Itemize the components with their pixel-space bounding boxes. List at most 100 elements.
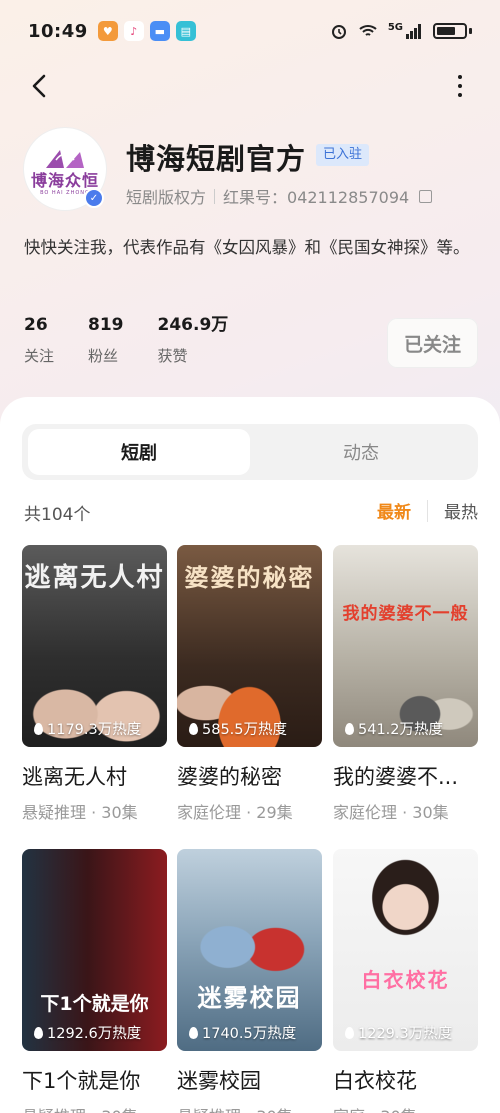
drama-card[interactable]: 我的婆婆不一般 541.2万热度 我的婆婆不... 家庭伦理 · 30集	[333, 545, 478, 823]
drama-cover: 婆婆的秘密 585.5万热度	[177, 545, 322, 747]
drama-meta: 悬疑推理 · 30集	[22, 803, 138, 822]
sort-newest-button[interactable]: 最新	[377, 498, 411, 523]
drama-title: 婆婆的秘密	[177, 765, 282, 789]
profile-id: 红果号：042112857094	[223, 188, 410, 207]
avatar-logo-text: 博海众恒	[30, 171, 99, 190]
avatar[interactable]: 博海众恒 BO HAI ZHONG ✓	[24, 128, 106, 210]
drama-title: 我的婆婆不...	[333, 765, 459, 789]
item-count: 共104个	[24, 505, 91, 525]
flame-icon	[189, 1026, 198, 1039]
book-notification-icon: ▤	[175, 21, 196, 41]
tab-short-dramas[interactable]: 短剧	[28, 429, 250, 475]
drama-meta: 家庭 · 30集	[333, 1103, 478, 1113]
stat-label: 粉丝	[88, 347, 119, 365]
heat-value: 541.2万热度	[358, 722, 444, 738]
heat-badge: 1229.3万热度	[345, 1022, 452, 1043]
drama-title: 迷雾校园	[177, 1069, 261, 1093]
system-indicators: 5G	[330, 22, 472, 40]
joined-badge: 已入驻	[316, 144, 370, 166]
cover-artwork	[333, 859, 478, 979]
stat-label: 获赞	[157, 347, 188, 365]
sort-options: 最新 最热	[377, 498, 478, 523]
more-dot	[458, 84, 462, 88]
flame-icon	[189, 722, 198, 735]
stat-value: 26	[24, 315, 48, 335]
heat-badge: 585.5万热度	[189, 718, 287, 739]
profile-name: 博海短剧官方	[126, 142, 307, 176]
follow-button[interactable]: 已关注	[387, 318, 478, 368]
cover-title-text: 婆婆的秘密	[184, 563, 315, 592]
stat-following[interactable]: 26 关注	[24, 313, 54, 366]
alarm-icon	[331, 25, 346, 39]
profile-role: 短剧版权方	[126, 188, 207, 207]
drama-card[interactable]: 下1个就是你 1292.6万热度 下1个就是你 悬疑推理 · 30集	[22, 849, 167, 1113]
drama-meta: 悬疑推理 · 30集	[22, 1103, 167, 1113]
flame-icon	[345, 1026, 354, 1039]
profile-subline: 短剧版权方 红果号：042112857094	[126, 184, 433, 208]
drama-cover: 迷雾校园 1740.5万热度	[177, 849, 322, 1051]
logo-mark-icon	[46, 150, 84, 168]
status-bar: 10:49 ♥ ♪ ▬ ▤ 5G	[0, 0, 500, 62]
cover-artwork	[177, 875, 322, 995]
sort-hottest-button[interactable]: 最热	[444, 498, 478, 523]
drama-title: 白衣校花	[333, 1069, 417, 1093]
drama-card[interactable]: 婆婆的秘密 585.5万热度 婆婆的秘密 家庭伦理 · 29集	[177, 545, 322, 823]
divider	[214, 188, 216, 204]
drama-meta: 家庭伦理 · 30集	[333, 803, 449, 822]
notification-icons: ♥ ♪ ▬ ▤	[97, 21, 196, 41]
drama-title: 下1个就是你	[22, 1069, 141, 1093]
more-button[interactable]	[442, 68, 478, 104]
stat-likes: 246.9万 获赞	[158, 313, 229, 366]
cover-title-text: 逃离无人村	[24, 563, 165, 593]
heat-badge: 1292.6万热度	[34, 1022, 141, 1043]
heat-badge: 1179.3万热度	[34, 718, 141, 739]
stat-label: 关注	[24, 347, 55, 365]
battery-icon	[433, 23, 467, 39]
verified-badge-icon: ✓	[84, 188, 104, 208]
cover-title-text: 白衣校花	[361, 968, 450, 992]
drama-cover: 我的婆婆不一般 541.2万热度	[333, 545, 478, 747]
content-panel: 短剧 动态 共104个 最新 最热 逃离无人村 1179.3万热度 逃离无人村 …	[0, 397, 500, 1113]
heat-value: 1740.5万热度	[202, 1026, 297, 1042]
wifi-icon	[359, 25, 377, 36]
drama-meta: 家庭伦理 · 29集	[177, 803, 293, 822]
app-notification-icon: ♥	[97, 21, 118, 41]
battery-tip	[469, 28, 472, 34]
cover-title-text: 下1个就是你	[40, 993, 149, 1015]
more-dot	[458, 93, 462, 97]
back-button[interactable]	[22, 68, 58, 104]
cover-title-text: 我的婆婆不一般	[342, 604, 469, 624]
stat-value: 246.9万	[157, 315, 229, 335]
signal-icon	[406, 24, 421, 39]
tab-posts[interactable]: 动态	[250, 429, 472, 475]
heat-badge: 1740.5万热度	[189, 1022, 296, 1043]
heat-value: 1292.6万热度	[47, 1026, 142, 1042]
flame-icon	[34, 722, 43, 735]
stat-followers[interactable]: 819 粉丝	[88, 313, 124, 366]
drama-card[interactable]: 白衣校花 1229.3万热度 白衣校花 家庭 · 30集	[333, 849, 478, 1113]
profile-bio: 快快关注我，代表作品有《女囚风暴》和《民国女神探》等。	[24, 238, 470, 257]
flame-icon	[345, 722, 354, 735]
chevron-left-icon	[32, 74, 46, 98]
heat-badge: 541.2万热度	[345, 718, 443, 739]
drama-cover: 下1个就是你 1292.6万热度	[22, 849, 167, 1051]
top-bar	[0, 66, 500, 106]
drama-title: 逃离无人村	[22, 765, 127, 789]
stat-value: 819	[88, 315, 124, 335]
copy-icon[interactable]	[419, 189, 433, 203]
profile-stats: 26 关注 819 粉丝 246.9万 获赞	[24, 313, 262, 366]
cover-title-text: 迷雾校园	[197, 984, 302, 1012]
drama-card[interactable]: 逃离无人村 1179.3万热度 逃离无人村 悬疑推理 · 30集	[22, 545, 167, 823]
music-notification-icon: ♪	[123, 21, 144, 41]
drama-card[interactable]: 迷雾校园 1740.5万热度 迷雾校园 悬疑推理 · 30集	[177, 849, 322, 1113]
drama-meta: 悬疑推理 · 30集	[177, 1103, 322, 1113]
content-tabs: 短剧 动态	[22, 424, 478, 480]
flame-icon	[34, 1026, 43, 1039]
app-notification-icon: ▬	[149, 21, 170, 41]
drama-cover: 白衣校花 1229.3万热度	[333, 849, 478, 1051]
network-label: 5G	[387, 21, 403, 33]
heat-value: 1179.3万热度	[47, 722, 142, 738]
heat-value: 585.5万热度	[202, 722, 288, 738]
status-time: 10:49	[28, 20, 88, 42]
more-dot	[458, 75, 462, 79]
